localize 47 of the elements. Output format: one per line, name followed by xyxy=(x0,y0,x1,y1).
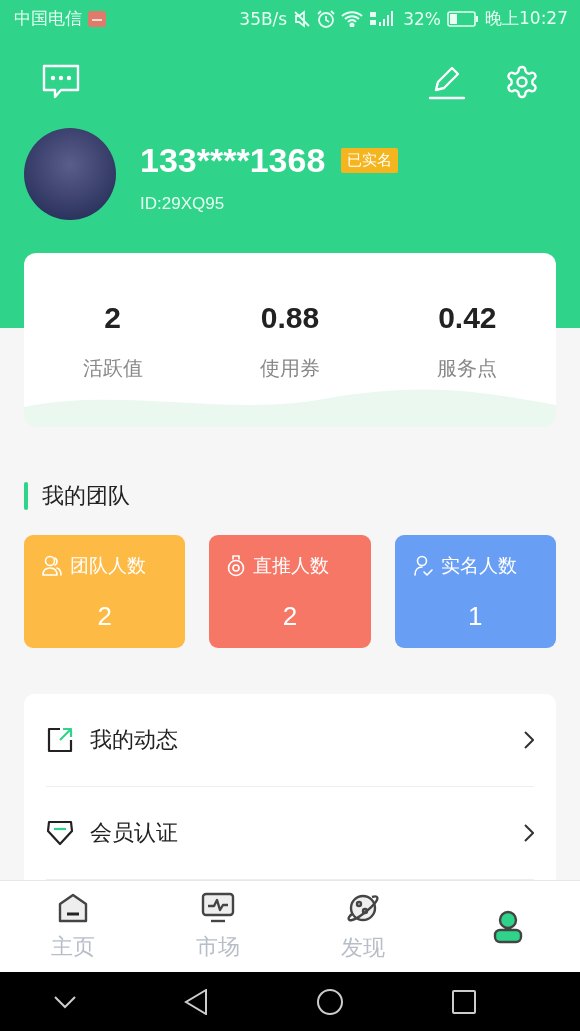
battery-icon xyxy=(447,10,479,27)
team-stat-card[interactable]: 实名人数 1 xyxy=(394,535,556,649)
clock-time: 晚上10:27 xyxy=(485,7,568,31)
alarm-icon xyxy=(317,9,336,28)
team-stat-card[interactable]: 直推人数 2 xyxy=(209,535,371,649)
network-speed: 35B/s xyxy=(239,8,288,29)
monitor-chart-icon xyxy=(200,891,235,924)
user-check-icon xyxy=(412,555,433,578)
stat-label: 使用券 xyxy=(260,355,320,383)
section-title: 我的团队 xyxy=(42,482,130,511)
tab-item[interactable]: 主页 xyxy=(0,881,145,973)
share-out-icon xyxy=(46,726,74,755)
menu-item[interactable]: 我的动态 xyxy=(46,694,534,788)
phone-number: 133****1368 xyxy=(140,141,326,181)
battery-percent: 32% xyxy=(403,8,441,29)
verified-badge: 已实名 xyxy=(341,148,399,174)
bell-icon xyxy=(227,555,246,578)
home-circle-icon[interactable] xyxy=(316,987,344,1016)
team-stat-value: 2 xyxy=(282,601,298,633)
title-accent-bar xyxy=(24,482,28,511)
stat-label: 服务点 xyxy=(437,355,498,383)
carrier-name: 中国电信 xyxy=(14,7,82,31)
stat-value: 0.88 xyxy=(260,301,320,336)
tab-item[interactable]: 市场 xyxy=(145,881,290,973)
user-icon xyxy=(491,909,524,944)
diamond-icon xyxy=(46,820,74,847)
recent-apps-icon[interactable] xyxy=(452,989,476,1014)
mute-icon xyxy=(293,9,312,28)
team-stat-label: 团队人数 xyxy=(70,553,146,579)
chevron-right-icon xyxy=(524,824,534,843)
stat-label: 活跃值 xyxy=(82,355,143,383)
team-stat-value: 1 xyxy=(468,601,483,633)
user-id: ID:29XQ95 xyxy=(140,194,226,215)
people-icon xyxy=(42,555,62,578)
message-icon xyxy=(88,10,106,27)
chevron-down-icon[interactable] xyxy=(54,994,76,1009)
wifi-icon xyxy=(341,10,364,27)
team-stat-label: 直推人数 xyxy=(253,553,330,579)
stat-value: 0.42 xyxy=(438,301,497,336)
tab-item[interactable]: 发现 xyxy=(290,881,435,973)
team-stat-value: 2 xyxy=(97,601,112,633)
chevron-right-icon xyxy=(524,731,534,750)
stat-value: 2 xyxy=(104,301,121,336)
house-icon xyxy=(56,891,89,924)
team-stat-label: 实名人数 xyxy=(440,553,517,579)
team-stat-card[interactable]: 团队人数 2 xyxy=(24,535,186,649)
back-icon[interactable] xyxy=(184,988,208,1015)
